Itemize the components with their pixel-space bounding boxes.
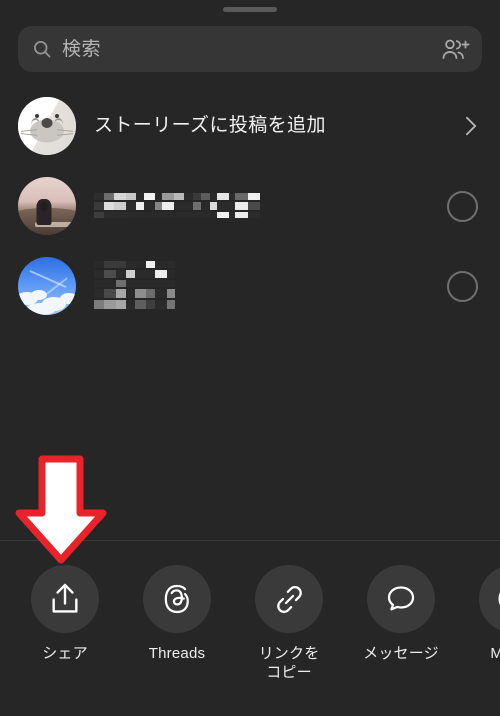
share-recipient-list: ストーリーズに投稿を追加: [0, 86, 500, 326]
seal-avatar: [18, 97, 76, 155]
list-item-contact-1[interactable]: [0, 166, 500, 246]
search-input[interactable]: 検索: [62, 40, 442, 59]
unselected-circle-icon[interactable]: [447, 190, 478, 222]
add-people-icon[interactable]: [442, 38, 470, 60]
share-target-share[interactable]: シェア: [22, 565, 108, 664]
link-icon[interactable]: [255, 565, 323, 633]
redacted-contact-name: [94, 192, 447, 218]
share-target-row: シェア Threads リンクを コピー メッセージ M: [0, 541, 500, 716]
redacted-contact-name: [94, 261, 447, 309]
chevron-right-icon[interactable]: [465, 115, 478, 137]
list-item-body: [94, 261, 447, 311]
add-to-story-label: ストーリーズに投稿を追加: [94, 114, 326, 136]
unselected-circle-icon[interactable]: [447, 270, 478, 302]
contact-avatar: [18, 177, 76, 235]
list-item-body: ストーリーズに投稿を追加: [94, 115, 465, 138]
share-target-messenger[interactable]: Messe: [470, 565, 500, 664]
share-target-label: Threads: [148, 645, 206, 662]
share-target-label: リンクを コピー: [258, 645, 320, 681]
list-item-body: [94, 192, 447, 220]
messenger-icon[interactable]: [479, 565, 500, 633]
list-item-add-to-story[interactable]: ストーリーズに投稿を追加: [0, 86, 500, 166]
share-target-label: シェア: [42, 645, 88, 662]
share-target-label: メッセージ: [363, 645, 439, 662]
list-item-contact-2[interactable]: [0, 246, 500, 326]
message-bubble-icon[interactable]: [367, 565, 435, 633]
share-target-label: Messe: [490, 645, 500, 662]
share-target-threads[interactable]: Threads: [134, 565, 220, 664]
share-upload-icon[interactable]: [31, 565, 99, 633]
share-sheet: 検索 ストーリーズに投稿を追加 シェア Threads リンクを コピー メッセ…: [0, 0, 500, 716]
sheet-drag-handle-area[interactable]: [0, 0, 500, 18]
threads-icon[interactable]: [143, 565, 211, 633]
search-icon: [32, 39, 52, 59]
share-target-message[interactable]: メッセージ: [358, 565, 444, 664]
search-bar[interactable]: 検索: [18, 26, 482, 72]
share-target-copy-link[interactable]: リンクを コピー: [246, 565, 332, 683]
sheet-drag-handle[interactable]: [223, 6, 277, 12]
contact-avatar: [18, 257, 76, 315]
